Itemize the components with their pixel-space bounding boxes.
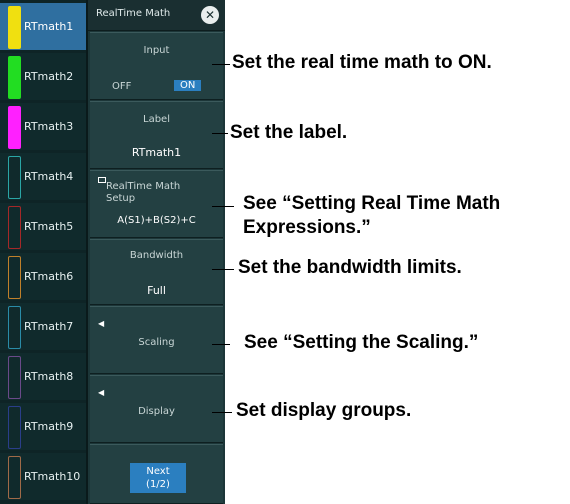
tab-rtmath2[interactable]: RTmath2 [0,53,86,100]
tab-label: RTmath2 [24,70,74,83]
next-page-area: Next (1/2) [90,444,223,504]
setup-label-line2: Setup [106,193,136,204]
label-label: Label [143,114,170,125]
channel-color-swatch [8,456,21,499]
scaling-label: Scaling [138,337,175,348]
channel-color-swatch [8,306,21,349]
annotation-setup-line1: See “Setting Real Time Math [243,193,501,214]
display-label: Display [138,406,175,417]
tab-rtmath3[interactable]: RTmath3 [0,103,86,150]
tab-rtmath4[interactable]: RTmath4 [0,153,86,200]
submenu-arrow-icon: ◀ [98,319,105,328]
setup-label-line1: RealTime Math [106,181,181,192]
input-off-option: OFF [112,81,132,92]
setup-expression: A(S1)+B(S2)+C [117,215,196,226]
bandwidth-value: Full [147,284,166,297]
tab-rtmath10[interactable]: RTmath10 [0,453,86,500]
tab-rtmath1[interactable]: RTmath1 [0,3,86,50]
tab-rtmath5[interactable]: RTmath5 [0,203,86,250]
annotation-input: Set the real time math to ON. [232,52,492,73]
callout-line-bandwidth [212,269,234,270]
menu-header: RealTime Math ✕ [88,0,225,31]
input-on-option: ON [174,80,202,91]
channel-color-swatch [8,56,21,99]
tab-label: RTmath9 [24,420,74,433]
annotation-label: Set the label. [230,122,348,143]
label-button[interactable]: Label RTmath1 [90,101,223,169]
channel-color-swatch [8,356,21,399]
callout-line-scaling [212,344,230,345]
tab-label: RTmath3 [24,120,74,133]
channel-color-swatch [8,406,21,449]
channel-color-swatch [8,256,21,299]
channel-tab-column: RTmath1 RTmath2 RTmath3 RTmath4 RTmath5 … [0,0,86,504]
menu-icon [98,177,106,183]
realtime-math-menu-panel: RealTime Math ✕ Input OFF ON Label RTmat… [86,0,225,504]
callout-line-setup [212,206,234,207]
tab-label: RTmath5 [24,220,74,233]
bandwidth-label: Bandwidth [129,250,184,261]
close-icon[interactable]: ✕ [201,6,219,24]
tab-label: RTmath6 [24,270,74,283]
tab-label: RTmath4 [24,170,74,183]
next-page-indicator: (1/2) [146,479,170,490]
channel-color-swatch [8,6,21,49]
realtime-math-setup-button[interactable]: RealTime Math Setup A(S1)+B(S2)+C [90,170,223,238]
submenu-arrow-icon: ◀ [98,388,105,397]
scaling-button[interactable]: ◀ Scaling [90,306,223,374]
tab-rtmath8[interactable]: RTmath8 [0,353,86,400]
display-button[interactable]: ◀ Display [90,375,223,443]
menu-title: RealTime Math [96,8,171,19]
tab-rtmath6[interactable]: RTmath6 [0,253,86,300]
channel-color-swatch [8,206,21,249]
tab-label: RTmath1 [24,20,74,33]
channel-color-swatch [8,106,21,149]
callout-line-label [212,133,228,134]
tab-label: RTmath8 [24,370,74,383]
annotation-scaling: See “Setting the Scaling.” [244,332,479,353]
label-value: RTmath1 [131,146,182,159]
next-page-button[interactable]: Next (1/2) [130,463,186,493]
annotation-bandwidth: Set the bandwidth limits. [238,257,462,278]
annotation-display: Set display groups. [236,400,412,421]
tab-label: RTmath7 [24,320,74,333]
bandwidth-button[interactable]: Bandwidth Full [90,239,223,305]
callout-line-input [212,64,230,65]
tab-label: RTmath10 [24,470,81,483]
input-label: Input [143,45,170,56]
tab-rtmath9[interactable]: RTmath9 [0,403,86,450]
next-label: Next [146,466,170,477]
callout-line-display [212,412,232,413]
channel-color-swatch [8,156,21,199]
input-button[interactable]: Input OFF ON [90,32,223,100]
tab-rtmath7[interactable]: RTmath7 [0,303,86,350]
annotation-setup-line2: Expressions.” [243,217,371,238]
